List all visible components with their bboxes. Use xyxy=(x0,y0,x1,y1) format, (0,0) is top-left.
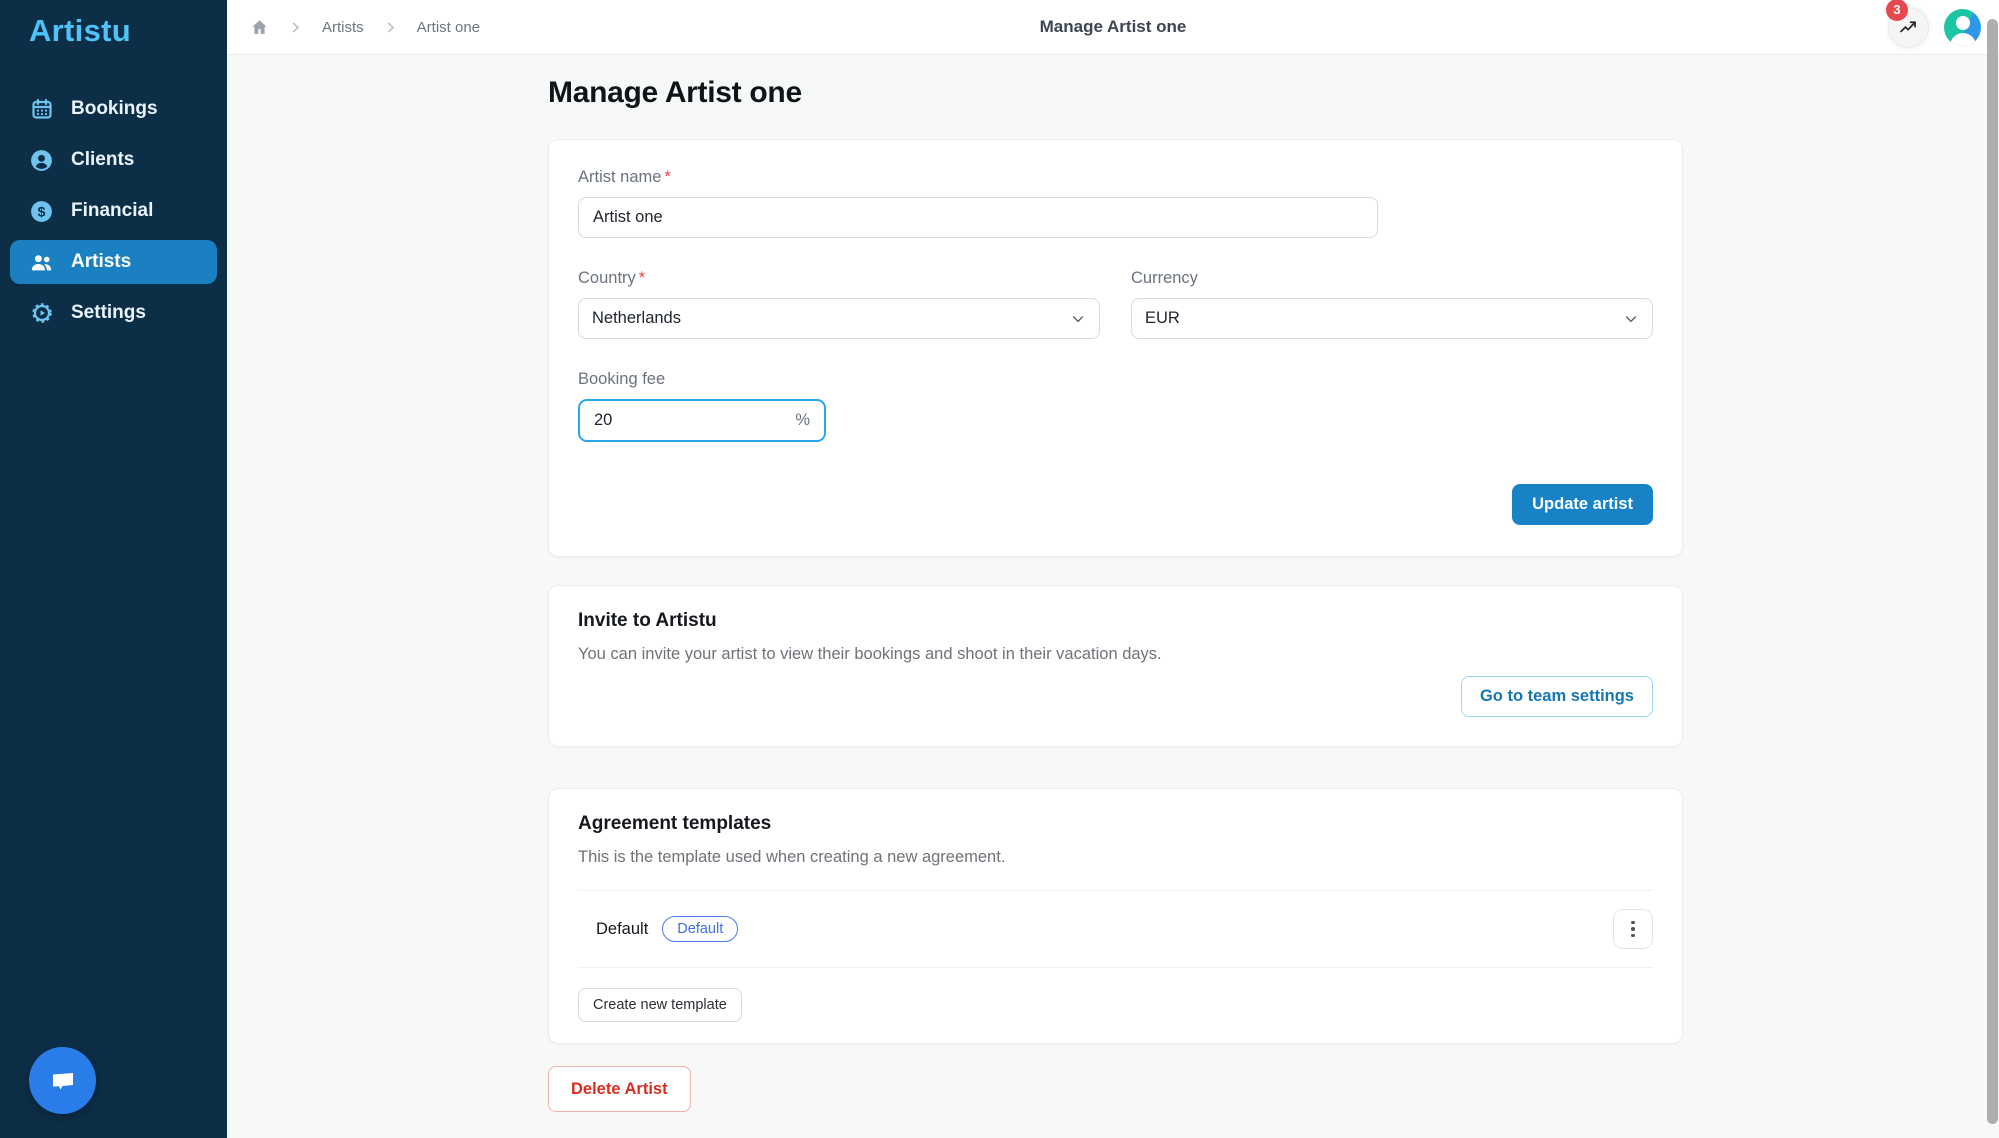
agreement-templates-card: Agreement templates This is the template… xyxy=(548,788,1683,1044)
sidebar-item-label: Artists xyxy=(71,251,131,273)
country-select-value: Netherlands xyxy=(592,309,681,328)
breadcrumb-artists[interactable]: Artists xyxy=(322,19,364,36)
chevron-right-icon xyxy=(383,20,398,35)
gear-icon xyxy=(29,301,54,326)
chevron-down-icon xyxy=(1623,311,1639,327)
artist-name-input[interactable] xyxy=(578,197,1378,238)
topbar-actions: 3 xyxy=(1888,7,1981,48)
delete-artist-button[interactable]: Delete Artist xyxy=(548,1066,691,1112)
chat-widget-button[interactable] xyxy=(29,1047,96,1114)
scrollbar-thumb[interactable] xyxy=(1987,19,1998,1124)
sidebar-item-financial[interactable]: $ Financial xyxy=(10,189,217,233)
divider xyxy=(578,967,1653,968)
sidebar-item-artists[interactable]: Artists xyxy=(10,240,217,284)
sidebar-item-clients[interactable]: Clients xyxy=(10,138,217,182)
update-artist-button[interactable]: Update artist xyxy=(1512,484,1653,525)
chat-bubble-icon xyxy=(47,1065,79,1097)
breadcrumb-artist-one[interactable]: Artist one xyxy=(417,19,480,36)
invite-description: You can invite your artist to view their… xyxy=(578,645,1653,664)
sidebar: Artistu Bookings xyxy=(0,0,227,1138)
user-circle-icon xyxy=(29,148,54,173)
percent-suffix: % xyxy=(795,411,810,430)
home-icon[interactable] xyxy=(250,18,269,37)
sidebar-item-bookings[interactable]: Bookings xyxy=(10,87,217,131)
notification-badge: 3 xyxy=(1886,0,1908,21)
booking-fee-label: Booking fee xyxy=(578,370,1653,389)
breadcrumb: Artists Artist one xyxy=(250,18,480,37)
create-new-template-button[interactable]: Create new template xyxy=(578,988,742,1022)
go-to-team-settings-button[interactable]: Go to team settings xyxy=(1461,676,1653,717)
chevron-down-icon xyxy=(1070,311,1086,327)
template-menu-button[interactable] xyxy=(1613,909,1653,949)
artist-name-label: Artist name* xyxy=(578,168,1653,187)
svg-text:$: $ xyxy=(38,203,46,219)
topbar: Artists Artist one Manage Artist one 3 xyxy=(227,0,1999,55)
topbar-title: Manage Artist one xyxy=(1040,17,1187,37)
page-title: Manage Artist one xyxy=(548,75,1999,111)
app-root: Artistu Bookings xyxy=(0,0,1999,1138)
dollar-circle-icon: $ xyxy=(29,199,54,224)
main-content: Manage Artist one Artist name* Country* … xyxy=(227,55,1999,1138)
invite-title: Invite to Artistu xyxy=(578,610,1653,632)
sidebar-item-label: Bookings xyxy=(71,98,158,120)
kebab-icon xyxy=(1631,921,1635,925)
artist-form-card: Artist name* Country* Netherlands xyxy=(548,139,1683,557)
currency-field: Currency EUR xyxy=(1131,269,1653,339)
required-asterisk: * xyxy=(639,269,645,287)
templates-title: Agreement templates xyxy=(578,813,1653,835)
sidebar-item-label: Clients xyxy=(71,149,134,171)
form-footer: Update artist xyxy=(578,484,1653,525)
template-row: Default Default xyxy=(578,891,1653,967)
country-field: Country* Netherlands xyxy=(578,269,1100,339)
invite-card: Invite to Artistu You can invite your ar… xyxy=(548,585,1683,747)
templates-description: This is the template used when creating … xyxy=(578,848,1653,867)
country-currency-row: Country* Netherlands Currency EUR xyxy=(578,269,1653,339)
default-badge: Default xyxy=(662,916,738,942)
template-name: Default xyxy=(596,920,648,939)
chevron-right-icon xyxy=(288,20,303,35)
sidebar-item-label: Settings xyxy=(71,302,146,324)
currency-select[interactable]: EUR xyxy=(1131,298,1653,339)
currency-label: Currency xyxy=(1131,269,1653,288)
required-asterisk: * xyxy=(664,168,670,186)
activity-button[interactable]: 3 xyxy=(1888,7,1929,48)
booking-fee-value: 20 xyxy=(594,411,612,430)
calendar-icon xyxy=(29,97,54,122)
booking-fee-input[interactable]: 20 % xyxy=(578,399,826,442)
sidebar-nav: Bookings Clients $ Financial xyxy=(0,87,227,335)
booking-fee-field: Booking fee 20 % xyxy=(578,370,1653,442)
currency-select-value: EUR xyxy=(1145,309,1180,328)
invite-footer: Go to team settings xyxy=(578,676,1653,717)
country-label: Country* xyxy=(578,269,1100,288)
sidebar-item-settings[interactable]: Settings xyxy=(10,291,217,335)
country-select[interactable]: Netherlands xyxy=(578,298,1100,339)
user-avatar[interactable] xyxy=(1944,9,1981,46)
users-group-icon xyxy=(29,250,54,275)
app-logo[interactable]: Artistu xyxy=(0,0,227,49)
sidebar-item-label: Financial xyxy=(71,200,153,222)
